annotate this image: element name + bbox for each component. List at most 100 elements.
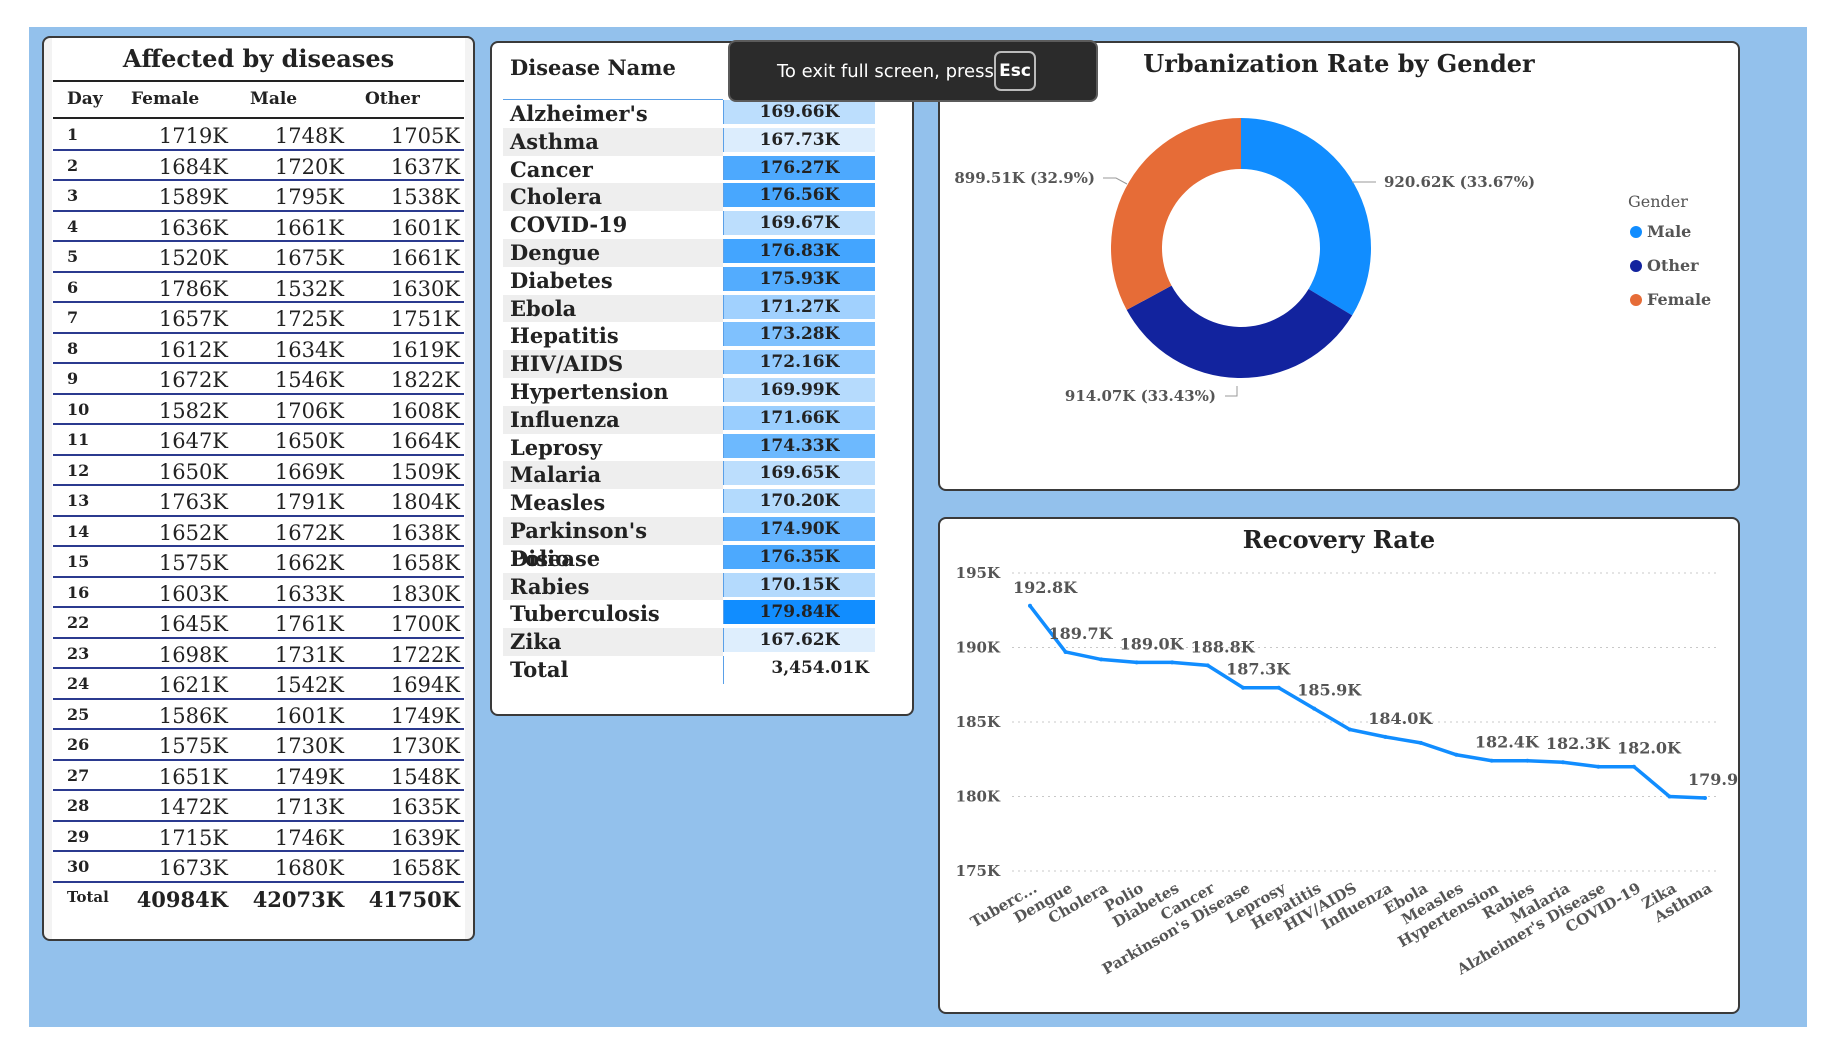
disease-value-cell: 3,454.01K — [723, 655, 875, 684]
disease-row[interactable]: Diabetes 175.93K — [503, 266, 883, 295]
column-header-day[interactable]: Day — [67, 89, 115, 109]
table-row[interactable]: 16 1603K 1633K 1830K — [53, 578, 464, 608]
legend-marker[interactable] — [1630, 294, 1642, 306]
table-total-row[interactable]: Total 40984K 42073K 41750K — [53, 883, 464, 914]
disease-row[interactable]: Zika 167.62K — [503, 628, 883, 656]
table-row[interactable]: 11 1647K 1650K 1664K — [53, 425, 464, 456]
table-row[interactable]: 9 1672K 1546K 1822K — [53, 364, 464, 395]
line-point[interactable] — [1489, 758, 1494, 763]
line-point[interactable] — [1276, 685, 1281, 690]
female-cell: 1786K — [158, 276, 228, 301]
line-point[interactable] — [1418, 740, 1423, 745]
table-row[interactable]: 10 1582K 1706K 1608K — [53, 395, 464, 425]
table-row[interactable]: 7 1657K 1725K 1751K — [53, 303, 464, 334]
disease-row[interactable]: Asthma 167.73K — [503, 127, 883, 156]
line-point[interactable] — [1454, 752, 1459, 757]
table-row[interactable]: 4 1636K 1661K 1601K — [53, 212, 464, 242]
table-row[interactable]: 5 1520K 1675K 1661K — [53, 242, 464, 273]
line-point[interactable] — [1667, 794, 1672, 799]
legend-marker[interactable] — [1630, 260, 1642, 272]
column-header-disease-name[interactable]: Disease Name — [510, 55, 676, 80]
disease-row[interactable]: Dengue 176.83K — [503, 238, 883, 267]
donut-slice-female[interactable] — [1111, 118, 1241, 310]
day-cell: Total — [67, 887, 109, 906]
legend-marker[interactable] — [1630, 226, 1642, 238]
line-point[interactable] — [1383, 734, 1388, 739]
line-point[interactable] — [1312, 706, 1317, 711]
disease-row[interactable]: Tuberculosis 179.84K — [503, 600, 883, 628]
disease-name-cell: Cholera — [503, 183, 723, 212]
line-point[interactable] — [1525, 758, 1530, 763]
legend-item-male[interactable]: Male — [1647, 222, 1691, 241]
disease-value-cell: 172.16K — [723, 350, 875, 375]
line-point[interactable] — [1134, 660, 1139, 665]
donut-slice-other[interactable] — [1126, 285, 1353, 378]
disease-row[interactable]: Parkinson's Disease 174.90K — [503, 516, 883, 571]
table-row[interactable]: 14 1652K 1672K 1638K — [53, 517, 464, 547]
disease-row[interactable]: Polio 176.35K — [503, 544, 883, 573]
disease-table-panel: Disease Name Alzheimer's Disease169.66KA… — [490, 41, 914, 716]
line-point[interactable] — [1703, 795, 1707, 800]
line-point[interactable] — [1063, 649, 1068, 654]
line-point[interactable] — [1631, 764, 1636, 769]
legend-item-female[interactable]: Female — [1647, 290, 1711, 309]
female-cell: 1472K — [158, 795, 228, 819]
table-row[interactable]: 24 1621K 1542K 1694K — [53, 669, 464, 700]
disease-total-row[interactable]: Total 3,454.01K — [503, 655, 883, 684]
disease-value-cell: 173.28K — [723, 322, 875, 347]
table-row[interactable]: 30 1673K 1680K 1658K — [53, 852, 464, 883]
disease-row[interactable]: Hypertension 169.99K — [503, 377, 883, 406]
disease-row[interactable]: Rabies 170.15K — [503, 572, 883, 601]
line-point[interactable] — [1099, 657, 1104, 662]
line-point[interactable] — [1241, 685, 1246, 690]
disease-row[interactable]: Ebola 171.27K — [503, 294, 883, 323]
donut-data-label: 920.62K (33.67%) — [1384, 173, 1535, 191]
disease-row[interactable]: Alzheimer's Disease 169.66K — [503, 100, 883, 154]
table-row[interactable]: 2 1684K 1720K 1637K — [53, 151, 464, 181]
panel-title: Affected by diseases — [122, 44, 395, 73]
table-row[interactable]: 25 1586K 1601K 1749K — [53, 700, 464, 730]
table-row[interactable]: 12 1650K 1669K 1509K — [53, 456, 464, 486]
table-row[interactable]: 3 1589K 1795K 1538K — [53, 181, 464, 212]
disease-row[interactable]: Influenza 171.66K — [503, 405, 883, 434]
line-point[interactable] — [1170, 660, 1175, 665]
female-cell: 1715K — [158, 825, 228, 850]
column-header-male[interactable]: Male — [250, 89, 366, 109]
donut-slice-male[interactable] — [1241, 118, 1371, 316]
table-row[interactable]: 15 1575K 1662K 1658K — [53, 547, 464, 578]
disease-row[interactable]: COVID-19 169.67K — [503, 211, 883, 239]
male-cell: 1761K — [274, 612, 344, 636]
male-cell: 1669K — [274, 459, 344, 484]
table-row[interactable]: 26 1575K 1730K 1730K — [53, 730, 464, 761]
table-row[interactable]: 28 1472K 1713K 1635K — [53, 791, 464, 822]
line-point[interactable] — [1560, 760, 1565, 765]
disease-row[interactable]: Hepatitis 173.28K — [503, 322, 883, 350]
day-cell: 29 — [67, 826, 90, 846]
table-row[interactable]: 29 1715K 1746K 1639K — [53, 822, 464, 852]
disease-row[interactable]: Cholera 176.56K — [503, 183, 883, 212]
female-cell: 1763K — [158, 490, 228, 514]
line-point[interactable] — [1596, 764, 1601, 769]
table-row[interactable]: 22 1645K 1761K 1700K — [53, 608, 464, 639]
disease-row[interactable]: HIV/AIDS 172.16K — [503, 350, 883, 378]
esc-key-badge[interactable]: Esc — [994, 51, 1036, 91]
table-row[interactable]: 1 1719K 1748K 1705K — [53, 120, 464, 151]
disease-row[interactable]: Leprosy 174.33K — [503, 433, 883, 462]
line-point[interactable] — [1347, 727, 1352, 732]
table-row[interactable]: 27 1651K 1749K 1548K — [53, 761, 464, 791]
female-cell: 1647K — [158, 429, 228, 453]
line-data-label: 179.9K — [1688, 770, 1738, 789]
other-cell: 1705K — [390, 124, 460, 148]
column-header-female[interactable]: Female — [131, 89, 246, 109]
column-header-other[interactable]: Other — [365, 89, 473, 109]
disease-row[interactable]: Cancer 176.27K — [503, 155, 883, 184]
table-row[interactable]: 8 1612K 1634K 1619K — [53, 334, 464, 364]
line-point[interactable] — [1028, 603, 1032, 608]
legend-item-other[interactable]: Other — [1647, 256, 1699, 275]
disease-row[interactable]: Malaria 169.65K — [503, 461, 883, 490]
disease-row[interactable]: Measles 170.20K — [503, 489, 883, 517]
table-row[interactable]: 6 1786K 1532K 1630K — [53, 273, 464, 303]
table-row[interactable]: 23 1698K 1731K 1722K — [53, 639, 464, 669]
table-row[interactable]: 13 1763K 1791K 1804K — [53, 486, 464, 517]
line-point[interactable] — [1205, 663, 1210, 668]
